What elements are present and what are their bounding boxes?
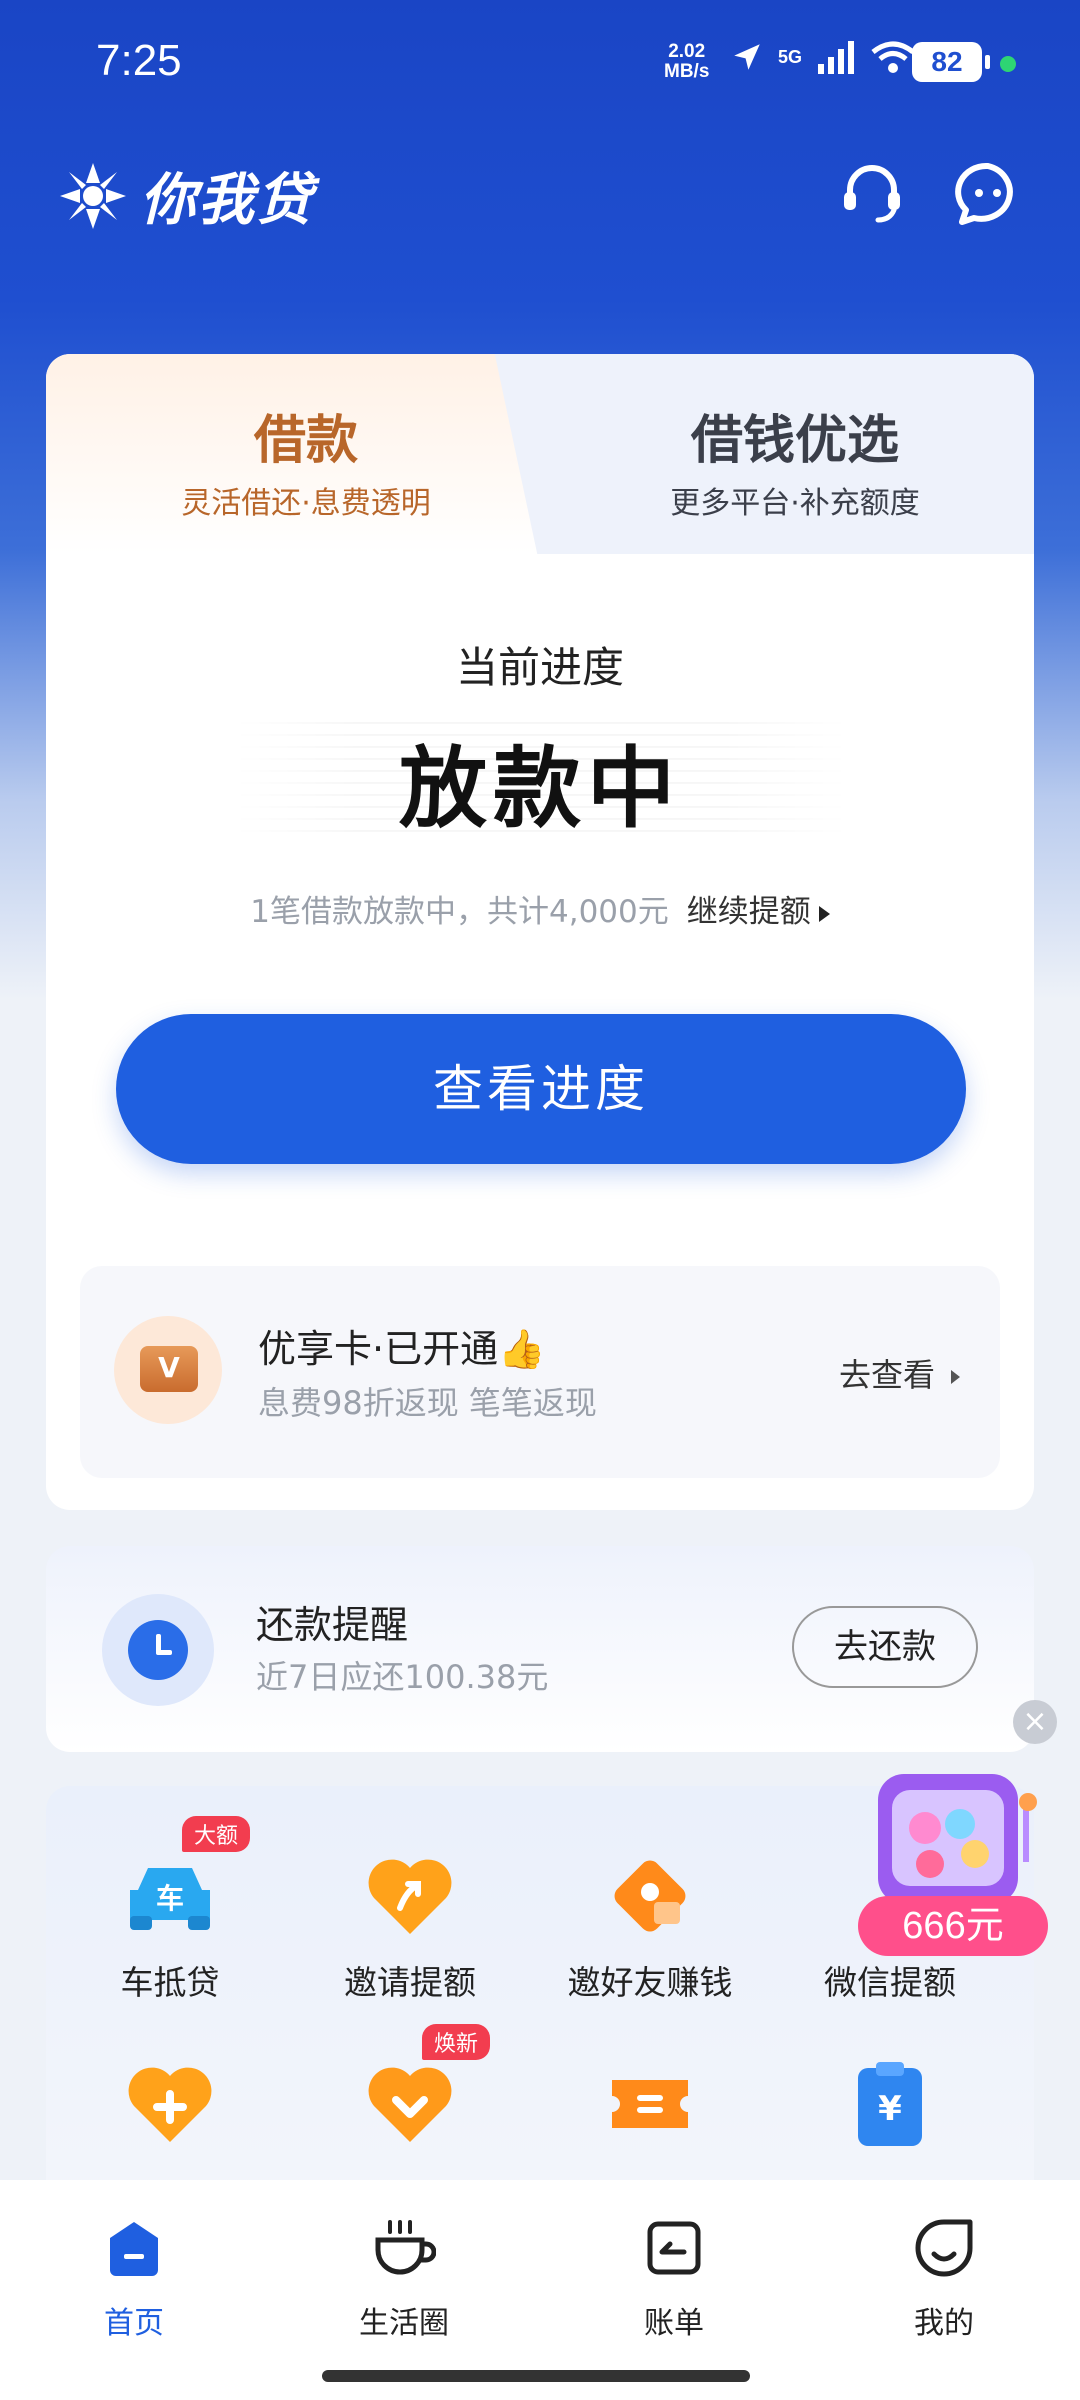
nav-label: 我的 <box>914 2306 974 2341</box>
promo-close-button[interactable]: × <box>1013 1700 1057 1744</box>
loan-card: 借款 灵活借还·息费透明 借钱优选 更多平台·补充额度 当前进度 放款中 1笔借… <box>46 354 1034 1510</box>
coffee-cup-icon <box>375 2220 437 2275</box>
network-speed: 2.02 MB/s <box>664 42 709 82</box>
home-indicator <box>322 2370 750 2382</box>
wifi-icon <box>871 41 915 73</box>
increase-limit-link[interactable]: 继续提额 <box>687 894 830 930</box>
vip-card-icon: V <box>114 1316 222 1424</box>
vip-card-letter: V <box>140 1346 198 1392</box>
profile-icon <box>915 2219 973 2277</box>
progress-label: 当前进度 <box>455 643 624 692</box>
loan-summary: 1笔借款放款中，共计4,000元 继续提额 <box>46 886 1034 931</box>
progress-status: 放款中 <box>398 737 681 840</box>
membership-card[interactable]: V 优享卡·已开通👍 息费98折返现 笔笔返现 去查看 <box>80 1266 1000 1478</box>
status-icons: 5G <box>730 40 916 74</box>
promo-amount: 666元 <box>902 1905 1003 1947</box>
service-car-loan[interactable]: 车 大额 车抵贷 <box>60 1816 280 2006</box>
car-icon: 车 <box>130 1868 210 1930</box>
status-bar: 7:25 2.02 MB/s 5G 82 <box>0 0 1080 110</box>
service-add[interactable] <box>60 2054 280 2174</box>
service-label: 邀请提额 <box>344 1963 476 2002</box>
nav-label: 账单 <box>644 2306 704 2341</box>
badge-large-amount: 大额 <box>181 1816 250 1852</box>
repay-button[interactable]: 去还款 <box>792 1606 978 1688</box>
nav-bill[interactable]: 账单 <box>594 2216 754 2342</box>
signal-bars-icon <box>818 41 855 74</box>
privacy-dot <box>1000 56 1016 72</box>
net-speed-unit: MB/s <box>664 61 710 82</box>
service-bill-yuan[interactable]: ¥ <box>780 2054 1000 2174</box>
bill-icon <box>647 2221 701 2275</box>
app-name: 你我贷 <box>140 168 314 233</box>
headset-icon[interactable] <box>838 160 906 228</box>
promo-machine-widget[interactable]: 666元 <box>850 1766 1056 1972</box>
home-icon <box>110 2222 158 2276</box>
clipboard-yuan-icon: ¥ <box>858 2062 922 2146</box>
clock-icon <box>102 1594 214 1706</box>
status-time: 7:25 <box>96 36 182 85</box>
triangle-right-icon <box>818 905 830 922</box>
triangle-right-icon <box>951 1370 960 1384</box>
ticket-icon <box>612 2080 688 2128</box>
service-label: 车抵贷 <box>120 1963 220 2002</box>
tab-loan-select-subtitle: 更多平台·补充额度 <box>670 486 920 521</box>
nav-label: 首页 <box>104 2306 164 2341</box>
tab-loan-select[interactable]: 借钱优选 更多平台·补充额度 <box>556 354 1034 554</box>
repay-reminder-card: 还款提醒 近7日应还100.38元 去还款 <box>46 1546 1034 1752</box>
heart-plus-icon <box>128 2067 212 2142</box>
nav-mine[interactable]: 我的 <box>864 2216 1024 2342</box>
service-invite-increase[interactable]: 邀请提额 <box>300 1846 520 2006</box>
net-speed-value: 2.02 <box>668 41 706 62</box>
heart-arrow-icon <box>368 1859 452 1934</box>
increase-limit-label: 继续提额 <box>686 894 811 930</box>
nav-label: 生活圈 <box>359 2306 449 2341</box>
view-progress-button[interactable]: 查看进度 <box>116 1014 966 1164</box>
service-ticket[interactable] <box>540 2054 760 2174</box>
membership-subtitle: 息费98折返现 笔笔返现 <box>258 1384 597 1422</box>
nav-home[interactable]: 首页 <box>54 2216 214 2342</box>
service-invite-earn[interactable]: 邀好友赚钱 <box>540 1846 760 2006</box>
badge-renew: 焕新 <box>421 2024 490 2060</box>
diamond-coin-icon <box>614 1860 686 1932</box>
service-renew[interactable]: 焕新 <box>300 2024 520 2174</box>
heart-down-icon <box>368 2067 452 2142</box>
repay-title: 还款提醒 <box>256 1603 409 1647</box>
membership-title: 优享卡·已开通👍 <box>258 1327 546 1371</box>
car-icon-text: 车 <box>156 1882 184 1915</box>
location-arrow-icon <box>734 44 760 70</box>
bottom-nav: 首页 生活圈 账单 我的 <box>0 2180 1080 2400</box>
service-label: 邀好友赚钱 <box>567 1963 733 2002</box>
battery-indicator: 82 <box>912 42 990 82</box>
tab-loan-title: 借款 <box>253 410 358 471</box>
tab-loan-select-title: 借钱优选 <box>690 410 899 471</box>
repay-subtitle: 近7日应还100.38元 <box>256 1658 549 1696</box>
membership-view-label: 去查看 <box>838 1356 935 1394</box>
tab-loan-subtitle: 灵活借还·息费透明 <box>181 486 431 521</box>
clipboard-yuan-text: ¥ <box>878 2089 902 2129</box>
nav-life-circle[interactable]: 生活圈 <box>324 2216 484 2342</box>
chat-bubble-icon[interactable] <box>954 160 1022 228</box>
app-logo: 你我贷 <box>58 155 314 236</box>
tab-loan[interactable]: 借款 灵活借还·息费透明 <box>46 354 566 554</box>
signal-label: 5G <box>778 46 803 67</box>
loan-summary-text: 1笔借款放款中，共计4,000元 <box>250 894 669 930</box>
membership-view-link[interactable]: 去查看 <box>839 1350 960 1396</box>
logo-mark-icon <box>60 162 126 229</box>
